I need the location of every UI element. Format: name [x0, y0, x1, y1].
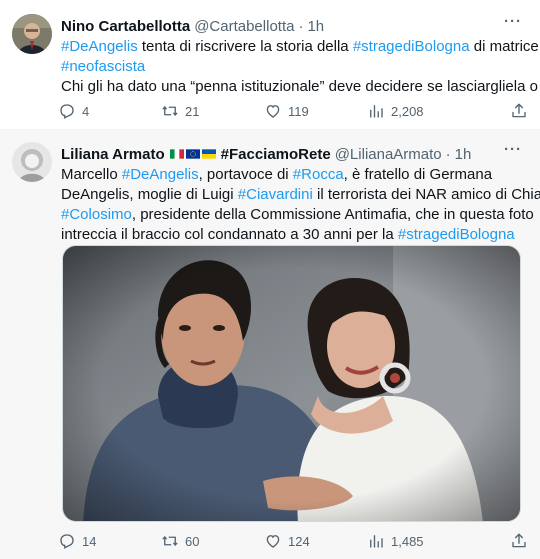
- hashtag[interactable]: #stragediBologna: [398, 226, 515, 243]
- reply-count: 4: [82, 103, 90, 119]
- text-span: , portavoce di: [198, 166, 293, 183]
- avatar[interactable]: [12, 142, 52, 182]
- author-handle[interactable]: @LilianaArmato: [335, 146, 442, 163]
- hashtag[interactable]: #Ciavardini: [238, 186, 313, 203]
- views-icon: [370, 105, 383, 118]
- retweet-count: 21: [185, 103, 200, 119]
- view-count: 1,485: [391, 533, 424, 549]
- ukraine-flag-icon: [201, 149, 216, 159]
- more-icon[interactable]: ···: [504, 14, 522, 35]
- separator-dot: ·: [298, 17, 304, 35]
- text-span: di matrice: [469, 38, 539, 55]
- hashtag[interactable]: #stragediBologna: [353, 38, 470, 55]
- reply-icon: [60, 104, 74, 119]
- hashtag[interactable]: #Colosimo: [61, 206, 132, 223]
- tweet-text: Marcello #DeAngelis, portavoce di #Rocca…: [61, 165, 540, 245]
- like-icon: [266, 535, 280, 548]
- text-span: intreccia il braccio col condannato a 30…: [61, 226, 398, 243]
- author-name[interactable]: Liliana Armato: [61, 146, 165, 163]
- retweet-button[interactable]: 60: [161, 532, 199, 550]
- tweet-text: #DeAngelis tenta di riscrivere la storia…: [61, 37, 540, 97]
- separator-dot: ·: [445, 145, 451, 163]
- retweet-icon: [162, 106, 178, 116]
- eu-flag-icon: [185, 149, 200, 159]
- timestamp[interactable]: 1h: [455, 146, 472, 163]
- author-name[interactable]: Nino Cartabellotta: [61, 18, 190, 35]
- views-icon: [370, 535, 383, 548]
- retweet-count: 60: [185, 533, 200, 549]
- text-span: Chi gli ha dato una “penna istituzionale…: [61, 78, 540, 95]
- share-icon: [512, 533, 526, 548]
- action-bar: 14 60 124 1,485: [58, 531, 528, 551]
- retweet-button[interactable]: 21: [161, 102, 199, 120]
- text-span: tenta di riscrivere la storia della: [137, 38, 353, 55]
- text-span: DeAngelis, moglie di Luigi: [61, 186, 238, 203]
- share-button[interactable]: [510, 102, 528, 120]
- hashtag[interactable]: #neofascista: [61, 58, 145, 75]
- view-count: 2,208: [391, 103, 424, 119]
- like-count: 124: [288, 533, 310, 549]
- timestamp[interactable]: 1h: [307, 18, 324, 35]
- name-hashtag: #FacciamoRete: [220, 145, 331, 163]
- text-span: Marcello: [61, 166, 122, 183]
- reply-button[interactable]: 14: [58, 532, 96, 550]
- reply-count: 14: [82, 533, 97, 549]
- text-span: il terrorista dei NAR amico di Chiara: [312, 186, 540, 203]
- share-button[interactable]: [510, 532, 528, 550]
- hashtag[interactable]: #DeAngelis: [122, 166, 199, 183]
- share-icon: [512, 103, 526, 118]
- hashtag[interactable]: #Rocca: [293, 166, 344, 183]
- italy-flag-icon: [169, 149, 184, 159]
- like-count: 119: [288, 103, 309, 119]
- tweet-1[interactable]: Nino Cartabellotta @Cartabellotta · 1h ·…: [0, 0, 540, 130]
- author-handle[interactable]: @Cartabellotta: [194, 18, 294, 35]
- more-icon[interactable]: ···: [504, 142, 522, 163]
- name-emoji-flags: [169, 149, 216, 159]
- retweet-icon: [162, 536, 178, 546]
- views-button[interactable]: 1,485: [367, 532, 424, 550]
- reply-icon: [60, 534, 74, 549]
- photo-image: [63, 246, 520, 521]
- text-span: , presidente della Commissione Antimafia…: [131, 206, 534, 223]
- like-button[interactable]: 119: [264, 102, 309, 120]
- text-span: , è fratello di Germana: [343, 166, 493, 183]
- like-icon: [266, 105, 280, 118]
- like-button[interactable]: 124: [264, 532, 310, 550]
- avatar[interactable]: [12, 14, 52, 54]
- views-button[interactable]: 2,208: [367, 102, 424, 120]
- tweet-photo[interactable]: [62, 245, 521, 522]
- reply-button[interactable]: 4: [58, 102, 89, 120]
- action-bar: 4 21 119 2,208: [58, 101, 528, 121]
- hashtag[interactable]: #DeAngelis: [61, 38, 138, 55]
